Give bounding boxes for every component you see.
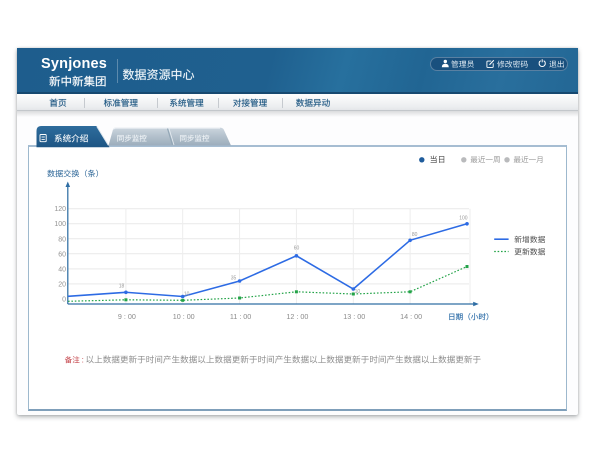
svg-text:13 : 00: 13 : 00 <box>343 312 365 321</box>
svg-text:10: 10 <box>355 289 361 295</box>
svg-text:60: 60 <box>294 246 300 252</box>
svg-text:120: 120 <box>54 206 66 213</box>
svg-text:10: 10 <box>184 291 190 297</box>
svg-text:11 : 00: 11 : 00 <box>230 312 251 321</box>
svg-text:100: 100 <box>459 215 468 221</box>
svg-text:35: 35 <box>231 275 237 281</box>
svg-text:60: 60 <box>58 251 66 258</box>
svg-text:100: 100 <box>54 221 66 228</box>
svg-text:0: 0 <box>62 297 66 304</box>
svg-text:40: 40 <box>58 266 66 273</box>
svg-text:14 : 00: 14 : 00 <box>400 312 422 321</box>
svg-text:12 : 00: 12 : 00 <box>286 312 308 321</box>
svg-text:80: 80 <box>412 232 418 238</box>
svg-text:10 : 00: 10 : 00 <box>173 312 195 321</box>
svg-text:20: 20 <box>58 281 66 288</box>
svg-text:9 : 00: 9 : 00 <box>118 312 136 321</box>
svg-text::: : <box>82 355 84 364</box>
svg-text:80: 80 <box>58 236 66 243</box>
svg-text:18: 18 <box>119 284 125 290</box>
